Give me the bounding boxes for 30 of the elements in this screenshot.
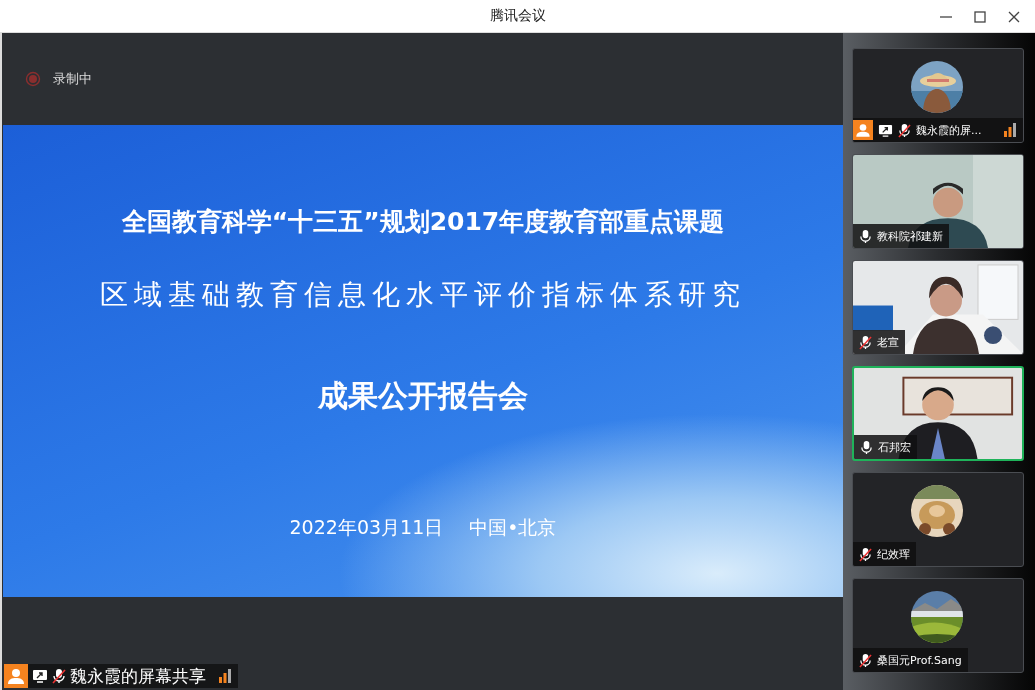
person-icon xyxy=(4,664,28,688)
signal-icon xyxy=(1003,123,1017,137)
participant-tile[interactable]: 桑国元Prof.Sang xyxy=(852,578,1024,673)
person-icon xyxy=(853,120,873,140)
recording-label: 录制中 xyxy=(53,70,92,88)
slide-title: 全国教育科学“十三五”规划2017年度教育部重点课题 xyxy=(121,206,725,238)
slide-place: 中国•北京 xyxy=(469,515,557,540)
slide-date: 2022年03月11日 xyxy=(289,515,444,540)
participant-name: 老宣 xyxy=(877,334,899,350)
slide-heading: 成果公开报告会 xyxy=(318,377,528,415)
participant-name: 纪效珲 xyxy=(877,546,910,562)
screen-share-icon xyxy=(32,668,48,684)
participant-name: 石邦宏 xyxy=(878,439,911,455)
participant-tile[interactable]: 纪效珲 xyxy=(852,472,1024,567)
signal-icon xyxy=(218,669,232,683)
participant-name: 教科院祁建新 xyxy=(877,228,943,244)
record-icon xyxy=(25,71,41,87)
participant-tile[interactable]: 魏永霞的屏... xyxy=(852,48,1024,143)
screen-share-label: 魏永霞的屏幕共享 xyxy=(4,664,238,688)
screen-share-icon xyxy=(878,122,893,138)
participant-tile[interactable]: 石邦宏 xyxy=(852,366,1024,461)
window-title: 腾讯会议 xyxy=(489,7,546,25)
slide-subtitle: 区域基础教育信息化水平评价指标体系研究 xyxy=(100,277,746,313)
participant-name: 桑国元Prof.Sang xyxy=(877,652,962,668)
participant-name: 魏永霞的屏... xyxy=(916,122,982,138)
microphone-muted-icon xyxy=(52,668,66,684)
participant-tile[interactable]: 老宣 xyxy=(852,260,1024,355)
participant-tile[interactable]: 教科院祁建新 xyxy=(852,154,1024,249)
maximize-icon[interactable] xyxy=(973,10,987,24)
close-icon[interactable] xyxy=(1007,10,1021,24)
